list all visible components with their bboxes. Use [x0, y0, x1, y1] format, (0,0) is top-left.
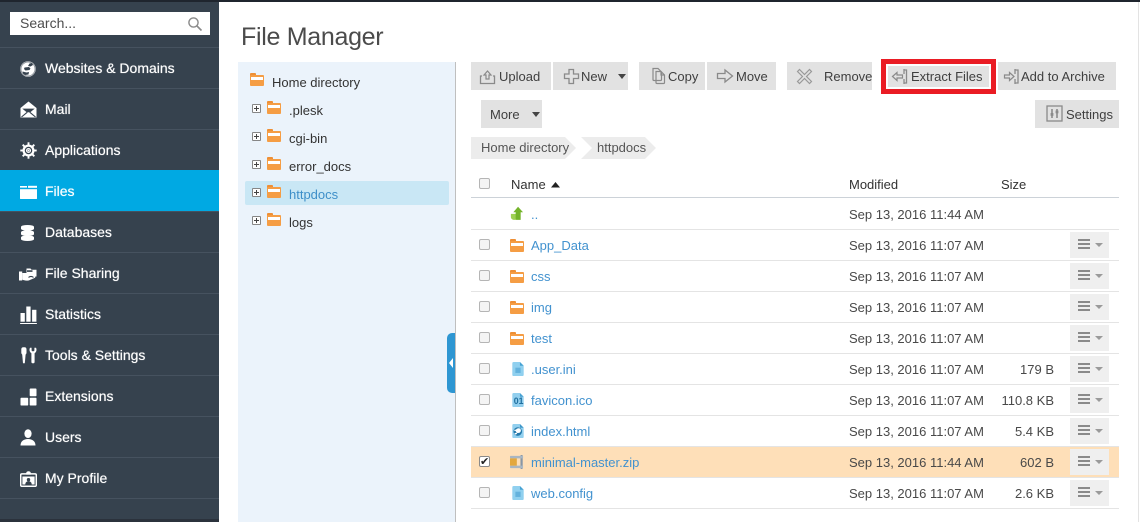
svg-text:01: 01 — [514, 396, 524, 406]
